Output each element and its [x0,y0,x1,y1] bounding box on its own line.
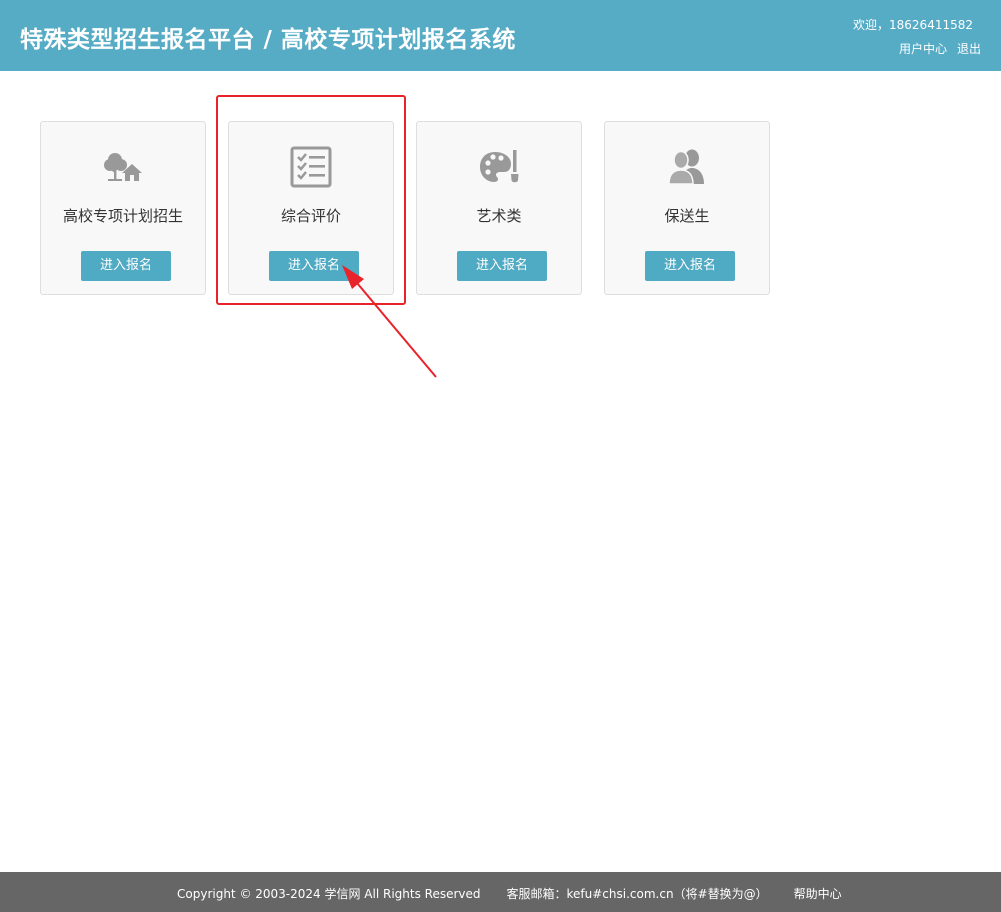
pointer-arrow-icon [342,265,437,378]
card-label: 保送生 [664,207,710,225]
card-label: 艺术类 [476,207,522,225]
logout-link[interactable]: 退出 [957,42,981,56]
user-center-link[interactable]: 用户中心 [899,42,947,56]
copyright-text: Copyright © 2003-2024 学信网 All Rights Res… [177,887,481,901]
card-special-plan: 高校专项计划招生 进入报名 [40,121,206,295]
card-label: 高校专项计划招生 [62,207,183,225]
header-bar: 特殊类型招生报名平台 / 高校专项计划报名系统 欢迎，18626411582 用… [0,0,1001,71]
enter-signup-button[interactable]: 进入报名 [81,251,171,281]
service-email-text: 客服邮箱：kefu#chsi.com.cn（将#替换为@） [506,887,768,901]
help-center-link[interactable]: 帮助中心 [794,887,842,901]
page: 特殊类型招生报名平台 / 高校专项计划报名系统 欢迎，18626411582 用… [0,0,1001,912]
welcome-text: 欢迎，18626411582 [853,18,973,32]
card-recommended-students: 保送生 进入报名 [604,121,770,295]
tree-house-icon [102,146,144,188]
enter-signup-button[interactable]: 进入报名 [457,251,547,281]
header-links: 用户中心 退出 [899,40,981,57]
footer-bar: Copyright © 2003-2024 学信网 All Rights Res… [0,872,1001,912]
palette-icon [478,146,520,188]
footer-content: Copyright © 2003-2024 学信网 All Rights Res… [177,885,842,902]
users-icon [666,146,708,188]
page-title: 特殊类型招生报名平台 / 高校专项计划报名系统 [20,27,516,53]
enter-signup-button[interactable]: 进入报名 [645,251,735,281]
